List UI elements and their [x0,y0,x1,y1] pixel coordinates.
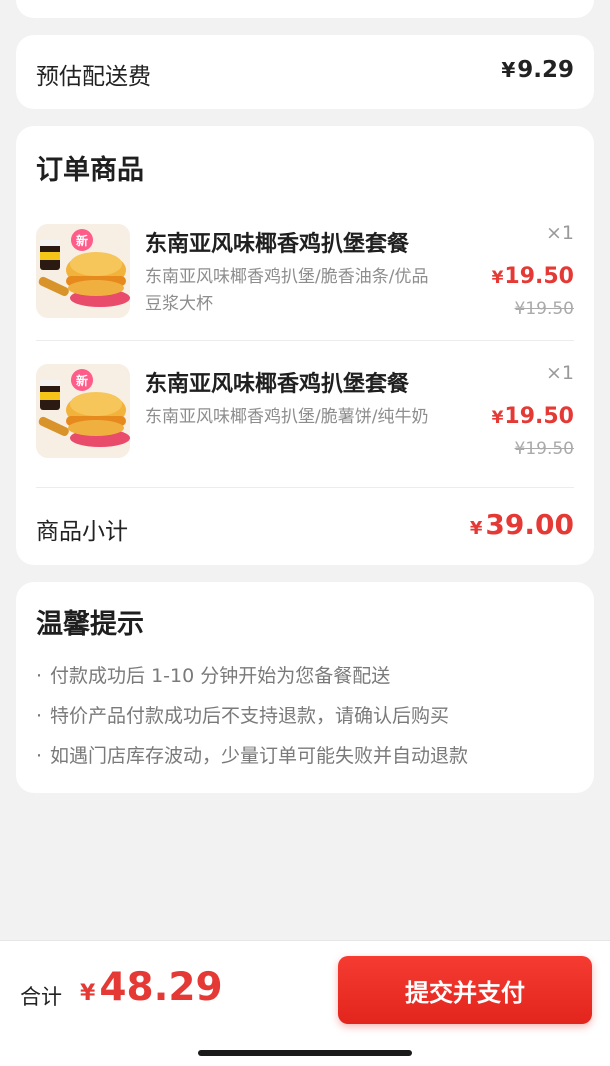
total-label: 合计 [20,985,62,1009]
total-value: ¥48.29 [80,965,223,1010]
item-description: 东南亚风味椰香鸡扒堡/脆香油条/优品豆浆大杯 [145,267,429,314]
subtotal-value: ¥39.00 [470,508,574,541]
total-amount: 48.29 [99,965,223,1010]
currency-symbol: ¥ [491,408,504,428]
submit-and-pay-button[interactable]: 提交并支付 [338,956,592,1024]
currency-symbol: ¥ [491,268,504,288]
tip-item: · 特价产品付款成功后不支持退款，请确认后购买 [36,701,468,741]
bullet: · [36,665,43,687]
bullet: · [36,705,43,727]
item-description: 东南亚风味椰香鸡扒堡/脆薯饼/纯牛奶 [145,407,429,427]
tip-item: · 如遇门店库存波动，少量订单可能失败并自动退款 [36,741,468,781]
item-name: 东南亚风味椰香鸡扒堡套餐 [145,372,410,397]
tip-text: 如遇门店库存波动，少量订单可能失败并自动退款 [50,745,469,767]
tips-list: · 付款成功后 1-10 分钟开始为您备餐配送 · 特价产品付款成功后不支持退款，请… [36,661,468,781]
tips-card: 温馨提示 · 付款成功后 1-10 分钟开始为您备餐配送 · 特价产品付款成功后不支… [16,582,594,793]
home-indicator[interactable] [198,1050,412,1056]
delivery-fee-amount: 9.29 [517,57,574,83]
delivery-fee-label: 预估配送费 [36,64,151,90]
tip-text: 付款成功后 1-10 分钟开始为您备餐配送 [50,665,391,687]
new-badge-text: 新 [76,373,88,388]
item-original-price: ¥19.50 [514,439,574,459]
previous-card [16,0,594,18]
order-item[interactable]: 新 东南亚风味椰香鸡扒堡套餐 东南亚风味椰香鸡扒堡/脆薯饼/纯牛奶 ×1 ¥19… [36,362,574,482]
new-badge-text: 新 [76,233,88,248]
currency-symbol: ¥ [501,58,516,82]
item-price-amount: 19.50 [504,264,574,289]
burger-meal-image: 新 [36,224,130,318]
item-quantity: ×1 [545,362,574,384]
tips-title: 温馨提示 [36,609,144,640]
subtotal-label: 商品小计 [36,519,128,545]
tip-text: 特价产品付款成功后不支持退款，请确认后购买 [50,705,450,727]
item-price: ¥19.50 [492,404,574,429]
currency-symbol: ¥ [80,981,96,1006]
delivery-fee-card: 预估配送费 ¥9.29 [16,35,594,109]
checkout-bar: 合计 ¥48.29 提交并支付 [0,940,610,1066]
item-divider [36,340,574,341]
item-name: 东南亚风味椰香鸡扒堡套餐 [145,232,410,257]
product-image: 新 [36,224,130,318]
item-price-amount: 19.50 [504,404,574,429]
burger-meal-image: 新 [36,364,130,458]
delivery-fee-value: ¥9.29 [501,57,574,83]
item-quantity: ×1 [545,222,574,244]
product-image: 新 [36,364,130,458]
item-price: ¥19.50 [492,264,574,289]
subtotal-divider [36,487,574,488]
bullet: · [36,745,43,767]
order-items-title: 订单商品 [36,155,144,186]
subtotal-amount: 39.00 [485,508,574,541]
order-items-card: 订单商品 新 东南亚风味椰香鸡扒堡套餐 东南亚风味椰香鸡扒堡/脆香油条/优品豆浆… [16,126,594,565]
order-item[interactable]: 新 东南亚风味椰香鸡扒堡套餐 东南亚风味椰香鸡扒堡/脆香油条/优品豆浆大杯 ×1… [36,222,574,342]
checkout-page: 预估配送费 ¥9.29 订单商品 新 东南亚风味椰香鸡扒堡套餐 东南亚风味椰香鸡… [0,0,610,1066]
tip-item: · 付款成功后 1-10 分钟开始为您备餐配送 [36,661,468,701]
currency-symbol: ¥ [469,518,483,539]
item-original-price: ¥19.50 [514,299,574,319]
